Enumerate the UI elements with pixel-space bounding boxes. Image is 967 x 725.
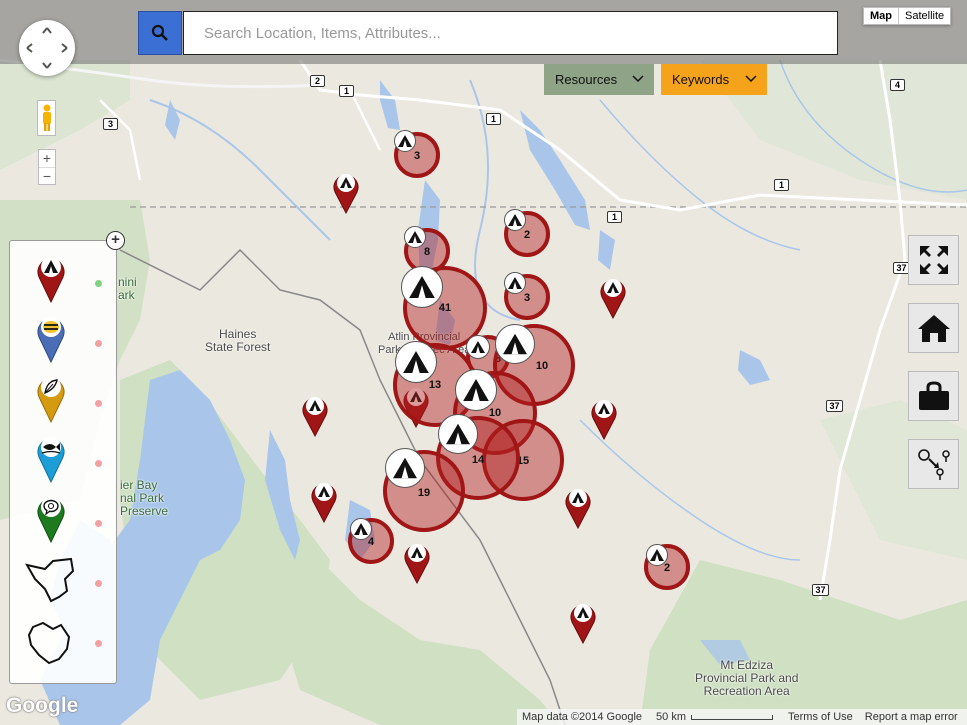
resources-dropdown[interactable]: Resources <box>544 64 654 95</box>
zoom-in-button[interactable]: + <box>39 150 55 167</box>
lock-button[interactable] <box>908 371 959 421</box>
google-logo: Google <box>6 694 79 717</box>
campsite-pin[interactable] <box>564 485 592 530</box>
search-icon <box>151 24 168 41</box>
road-shield: 2 <box>310 75 325 87</box>
map-canvas[interactable]: Haines State Forest Atlin Provincial Park … <box>0 0 967 725</box>
legend-item-bee[interactable] <box>10 313 116 373</box>
campsite-cluster[interactable]: 4 <box>348 518 394 564</box>
zoom-control: + − <box>38 149 56 185</box>
road-shield: 37 <box>826 400 843 412</box>
route-icon <box>917 449 950 480</box>
resources-label: Resources <box>555 72 618 87</box>
map-label-mini-park: nini ark <box>118 275 137 302</box>
report-error-link[interactable]: Report a map error <box>865 711 958 723</box>
legend-item-region[interactable] <box>10 553 116 613</box>
campsite-pin[interactable] <box>310 479 338 524</box>
road-shield: 1 <box>774 179 789 191</box>
keywords-label: Keywords <box>672 72 730 87</box>
scale-bar <box>691 714 773 720</box>
campsite-cluster[interactable]: 2 <box>504 209 550 257</box>
road-shield: 37 <box>812 584 829 596</box>
status-dot-active <box>95 280 102 287</box>
fish-icon <box>37 437 65 483</box>
search-button[interactable] <box>138 11 182 55</box>
legend-item-chat[interactable] <box>10 493 116 553</box>
legend-add-button[interactable]: + <box>106 231 125 250</box>
cluster-count: 3 <box>413 150 421 162</box>
road-shield: 4 <box>890 79 905 91</box>
terms-link[interactable]: Terms of Use <box>788 711 853 723</box>
chevron-down-icon <box>632 75 644 83</box>
map-attribution: Map data ©2014 Google <box>522 711 643 723</box>
campsite-cluster[interactable]: 2 <box>644 544 690 590</box>
status-dot-inactive <box>95 460 102 467</box>
campsite-pin[interactable] <box>403 540 431 585</box>
legend-item-feather[interactable] <box>10 373 116 433</box>
status-dot-inactive <box>95 400 102 407</box>
campsite-pin[interactable] <box>599 275 627 320</box>
status-dot-inactive <box>95 640 102 647</box>
cluster-count: 2 <box>663 562 671 574</box>
status-dot-inactive <box>95 580 102 587</box>
cluster-count: 19 <box>417 487 431 499</box>
home-icon <box>917 315 950 342</box>
chevron-down-icon <box>745 75 757 83</box>
road-shield: 3 <box>103 118 118 130</box>
cluster-count: 41 <box>438 302 452 314</box>
cluster-count: 3 <box>523 292 531 304</box>
map-type-control: Map Satellite <box>863 7 952 25</box>
campsite-pin[interactable] <box>301 393 329 438</box>
campsite-icon <box>37 257 65 303</box>
fullscreen-icon <box>919 246 948 274</box>
region-outline-icon <box>25 557 75 603</box>
pegman-icon <box>42 104 51 131</box>
campsite-cluster[interactable]: 3 <box>394 130 440 178</box>
street-view-pegman[interactable] <box>37 100 56 136</box>
road-shield: 1 <box>339 85 354 97</box>
lock-icon <box>918 381 949 410</box>
area-outline-icon <box>27 621 71 665</box>
map-type-map[interactable]: Map <box>864 8 899 24</box>
legend-item-fish[interactable] <box>10 433 116 493</box>
chat-icon <box>37 497 65 543</box>
feather-icon <box>37 377 65 423</box>
map-type-satellite[interactable]: Satellite <box>899 8 950 24</box>
cluster-count: 10 <box>535 360 549 372</box>
keywords-dropdown[interactable]: Keywords <box>661 64 767 95</box>
status-dot-inactive <box>95 340 102 347</box>
home-button[interactable] <box>908 303 959 353</box>
zoom-out-button[interactable]: − <box>39 167 55 184</box>
campsite-cluster[interactable]: 3 <box>504 272 550 320</box>
campsite-pin[interactable] <box>332 170 360 215</box>
cluster-count: 8 <box>423 246 431 258</box>
fullscreen-button[interactable] <box>908 235 959 285</box>
campsite-pin[interactable] <box>569 600 597 645</box>
map-label-glacier-bay: ier Bay nal Park Preserve <box>120 478 169 518</box>
status-dot-inactive <box>95 520 102 527</box>
road-shield: 1 <box>607 211 622 223</box>
cluster-count: 4 <box>367 536 375 548</box>
pan-control[interactable] <box>19 20 75 76</box>
map-footer: Map data ©2014 Google 50 km Terms of Use… <box>517 709 967 725</box>
campsite-pin[interactable] <box>590 396 618 441</box>
route-button[interactable] <box>908 439 959 489</box>
map-label-haines: Haines State Forest <box>205 327 271 354</box>
map-label-edziza: Mt Edziza Provincial Park and Recreation A… <box>695 658 799 698</box>
campsite-cluster[interactable]: 19 <box>383 448 465 532</box>
road-shield: 1 <box>486 113 501 125</box>
legend-item-campsite[interactable] <box>10 253 116 313</box>
search-input[interactable] <box>183 11 838 55</box>
bee-icon <box>37 317 65 363</box>
legend-item-area[interactable] <box>10 613 116 673</box>
scale-label: 50 km <box>656 711 686 723</box>
cluster-count: 2 <box>523 229 531 241</box>
layer-legend <box>9 240 117 684</box>
